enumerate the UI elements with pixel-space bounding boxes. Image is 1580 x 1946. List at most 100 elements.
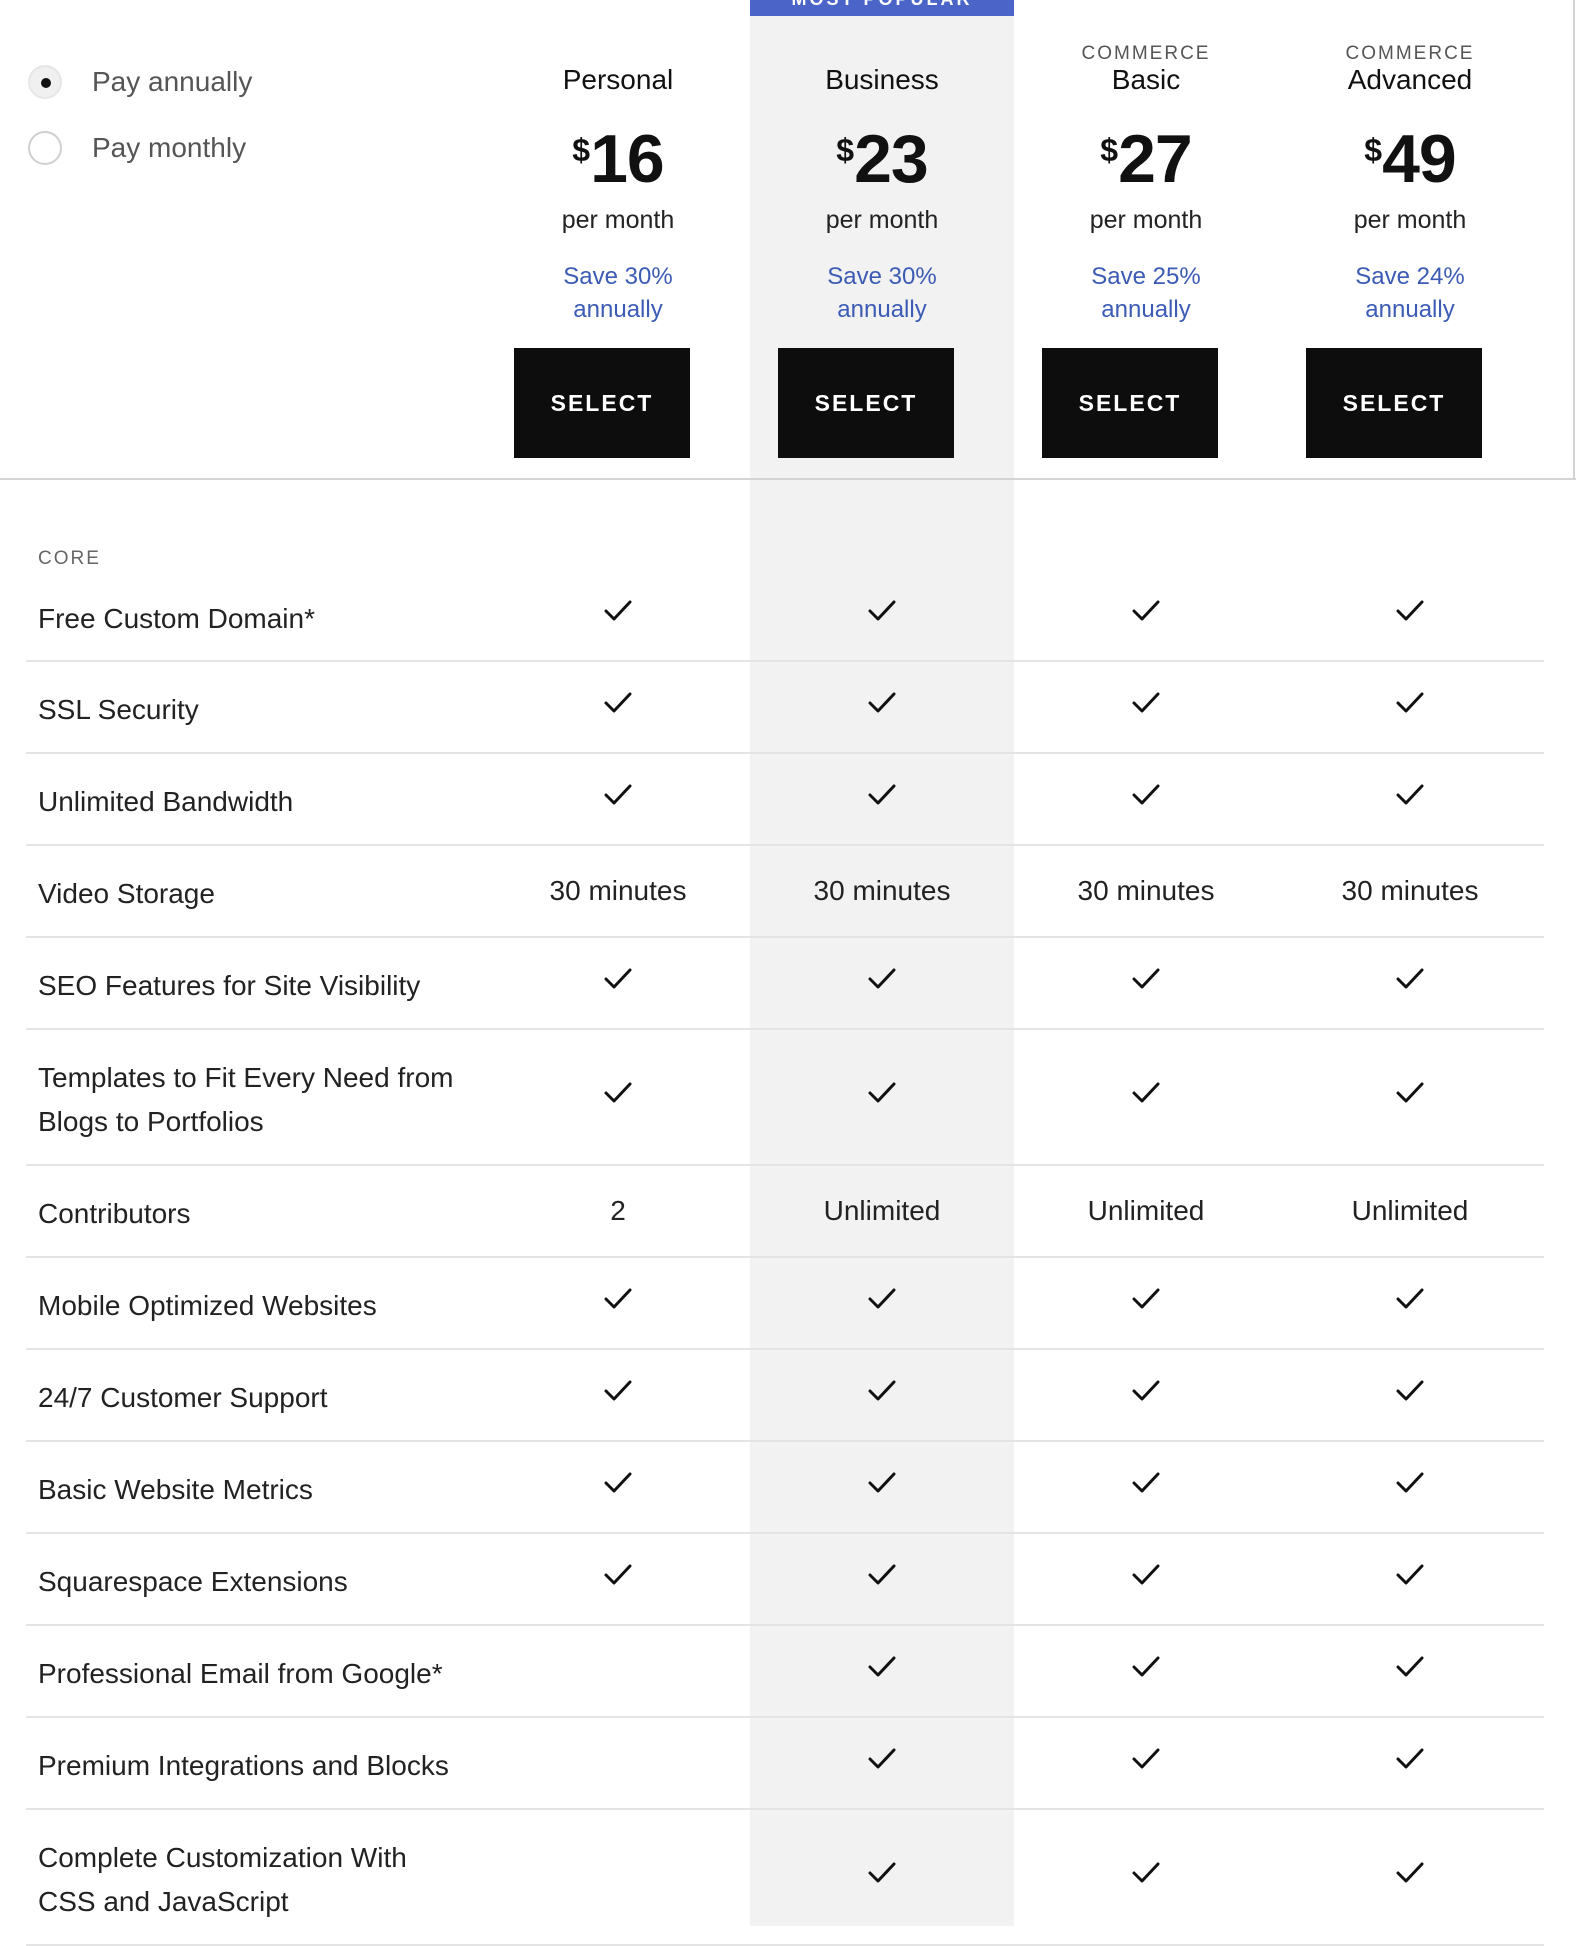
feature-cell: 30 minutes bbox=[750, 875, 1014, 907]
feature-cell bbox=[750, 1470, 1014, 1503]
feature-row: Professional Email from Google* bbox=[26, 1626, 1544, 1718]
select-basic-button[interactable]: SELECT bbox=[1042, 348, 1218, 458]
feature-cell bbox=[486, 782, 750, 815]
feature-label-line: SSL Security bbox=[38, 694, 199, 725]
feature-cell bbox=[1014, 1860, 1278, 1893]
feature-label: SEO Features for Site Visibility bbox=[38, 964, 420, 1008]
plan-price: $49 bbox=[1278, 120, 1542, 198]
feature-label-line: Complete Customization With bbox=[38, 1842, 407, 1873]
plan-price: $23 bbox=[750, 120, 1014, 198]
check-icon bbox=[603, 690, 633, 716]
plan-savings: Save 30% annually bbox=[486, 260, 750, 326]
feature-cell bbox=[1278, 1080, 1542, 1113]
price-amount: 49 bbox=[1382, 121, 1457, 197]
select-advanced-button[interactable]: SELECT bbox=[1306, 348, 1482, 458]
header-divider bbox=[0, 478, 1576, 480]
plan-savings: Save 24% annually bbox=[1278, 260, 1542, 326]
plan-savings: Save 30% annually bbox=[750, 260, 1014, 326]
feature-label: 24/7 Customer Support bbox=[38, 1376, 328, 1420]
feature-cell bbox=[1014, 598, 1278, 631]
radio-selected-icon[interactable] bbox=[28, 65, 62, 99]
feature-label-line: CSS and JavaScript bbox=[38, 1886, 289, 1917]
radio-unselected-icon[interactable] bbox=[28, 131, 62, 165]
feature-value: Unlimited bbox=[823, 1195, 941, 1226]
check-icon bbox=[867, 1470, 897, 1496]
feature-cell bbox=[486, 690, 750, 723]
plan-price: $16 bbox=[486, 120, 750, 198]
plan-name: Advanced bbox=[1347, 64, 1473, 95]
plan-eyebrow: COMMERCE bbox=[1345, 43, 1475, 64]
feature-cell bbox=[1278, 1654, 1542, 1687]
feature-label-line: Video Storage bbox=[38, 878, 215, 909]
feature-cell bbox=[1014, 1654, 1278, 1687]
feature-label: Professional Email from Google* bbox=[38, 1652, 443, 1696]
feature-label-line: Blogs to Portfolios bbox=[38, 1106, 264, 1137]
feature-row: Video Storage 30 minutes 30 minutes 30 minu… bbox=[26, 846, 1544, 938]
feature-label: Video Storage bbox=[38, 872, 215, 916]
check-icon bbox=[603, 966, 633, 992]
feature-row: SEO Features for Site Visibility bbox=[26, 938, 1544, 1030]
feature-cell bbox=[1014, 1378, 1278, 1411]
feature-cell: 30 minutes bbox=[486, 875, 750, 907]
check-icon bbox=[603, 598, 633, 624]
check-icon bbox=[1131, 1470, 1161, 1496]
billing-option-monthly[interactable]: Pay monthly bbox=[28, 126, 252, 170]
check-icon bbox=[1395, 1746, 1425, 1772]
feature-label-line: Squarespace Extensions bbox=[38, 1566, 348, 1597]
feature-cell bbox=[486, 1470, 750, 1503]
feature-label-line: Unlimited Bandwidth bbox=[38, 786, 294, 817]
feature-cell bbox=[750, 1080, 1014, 1113]
billing-option-label: Pay annually bbox=[92, 66, 253, 97]
feature-row: Mobile Optimized Websites bbox=[26, 1258, 1544, 1350]
check-icon bbox=[867, 690, 897, 716]
check-icon bbox=[1395, 1378, 1425, 1404]
plan-period: per month bbox=[1353, 206, 1467, 234]
check-icon bbox=[1395, 1470, 1425, 1496]
feature-value: Unlimited bbox=[1351, 1195, 1469, 1226]
feature-label: Templates to Fit Every Need from Blogs to… bbox=[38, 1056, 453, 1144]
check-icon bbox=[1131, 690, 1161, 716]
feature-cell bbox=[1278, 782, 1542, 815]
feature-cell: Unlimited bbox=[750, 1195, 1014, 1227]
plan-savings: Save 25% annually bbox=[1014, 260, 1278, 326]
feature-cell bbox=[1014, 966, 1278, 999]
currency-symbol: $ bbox=[572, 132, 591, 168]
feature-cell bbox=[750, 782, 1014, 815]
feature-row: Free Custom Domain* bbox=[26, 570, 1544, 662]
feature-cell bbox=[1278, 1562, 1542, 1595]
check-icon bbox=[1131, 1080, 1161, 1106]
feature-cell bbox=[486, 1286, 750, 1319]
billing-toggle: Pay annually Pay monthly bbox=[28, 60, 252, 192]
billing-option-label: Pay monthly bbox=[92, 132, 247, 163]
plan-savings-line: Save 30% bbox=[827, 263, 937, 290]
section-label: CORE bbox=[38, 548, 101, 569]
plan-name: Personal bbox=[562, 64, 674, 95]
plan-name: Business bbox=[825, 64, 939, 95]
feature-row: Unlimited Bandwidth bbox=[26, 754, 1544, 846]
check-icon bbox=[867, 1378, 897, 1404]
check-icon bbox=[867, 1654, 897, 1680]
feature-label: Complete Customization With CSS and JavaS… bbox=[38, 1836, 407, 1924]
select-business-button[interactable]: SELECT bbox=[778, 348, 954, 458]
check-icon bbox=[1395, 782, 1425, 808]
check-icon bbox=[603, 1080, 633, 1106]
billing-option-annual[interactable]: Pay annually bbox=[28, 60, 252, 104]
feature-label-line: Contributors bbox=[38, 1198, 191, 1229]
feature-cell bbox=[1014, 690, 1278, 723]
feature-label: Unlimited Bandwidth bbox=[38, 780, 293, 824]
feature-label-line: SEO Features for Site Visibility bbox=[38, 970, 421, 1001]
feature-cell bbox=[750, 1562, 1014, 1595]
check-icon bbox=[603, 1286, 633, 1312]
feature-cell bbox=[486, 1562, 750, 1595]
feature-label: Premium Integrations and Blocks bbox=[38, 1744, 449, 1788]
check-icon bbox=[1131, 1562, 1161, 1588]
feature-value: Unlimited bbox=[1087, 1195, 1205, 1226]
check-icon bbox=[1131, 1286, 1161, 1312]
feature-cell bbox=[1014, 1080, 1278, 1113]
check-icon bbox=[867, 598, 897, 624]
check-icon bbox=[1131, 1654, 1161, 1680]
select-personal-button[interactable]: SELECT bbox=[514, 348, 690, 458]
check-icon bbox=[1131, 1746, 1161, 1772]
feature-table: Free Custom Domain* SSL Security Unlimited… bbox=[26, 570, 1544, 1946]
feature-label: Mobile Optimized Websites bbox=[38, 1284, 377, 1328]
